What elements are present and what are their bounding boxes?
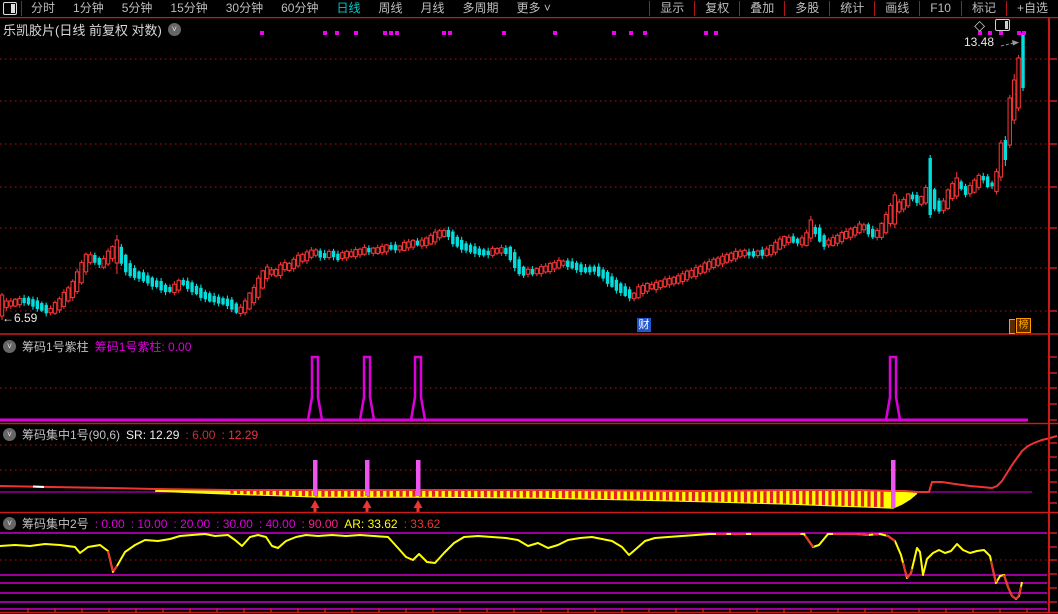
trading-app-window: 分时1分钟5分钟15分钟30分钟60分钟日线周线月线多周期更多 ˅ 显示复权叠加… <box>0 0 1058 614</box>
toolbar-periods: 分时1分钟5分钟15分钟30分钟60分钟日线周线月线多周期更多 ˅ <box>0 0 560 17</box>
panel4-ar-value: AR: 33.62 <box>344 517 397 531</box>
panel3-graphics <box>0 436 1057 508</box>
toolbar-period-item-1[interactable]: 1分钟 <box>64 0 113 17</box>
panel3-value-1: : 6.00 <box>185 428 215 442</box>
panel3-sr-value: SR: 12.29 <box>126 428 179 442</box>
panel3-hatches <box>232 491 882 507</box>
panel4-level-40: : 40.00 <box>259 517 296 531</box>
event-badge-finance[interactable]: 财 <box>637 318 651 332</box>
toolbar-action-item-5[interactable]: 画线 <box>874 1 919 16</box>
toolbar-period-item-8[interactable]: 月线 <box>412 0 454 17</box>
panel4-chevron-icon[interactable]: ˅ <box>3 517 16 530</box>
title-chevron-down-icon[interactable]: ˅ <box>168 23 181 36</box>
toolbar-action-item-8[interactable]: +自选 <box>1006 1 1058 16</box>
toolbar: 分时1分钟5分钟15分钟30分钟60分钟日线周线月线多周期更多 ˅ 显示复权叠加… <box>0 0 1058 17</box>
toolbar-action-item-2[interactable]: 叠加 <box>739 1 784 16</box>
panel3-label-row: ˅ 筹码集中1号(90,6) SR: 12.29 : 6.00 : 12.29 <box>3 426 258 443</box>
event-badge-list[interactable]: 榜 <box>1016 318 1031 333</box>
signal-dots <box>260 31 1026 35</box>
panel3-chevron-icon[interactable]: ˅ <box>3 428 16 441</box>
toolbar-period-item-2[interactable]: 5分钟 <box>113 0 162 17</box>
panel4-ar-value-red: : 33.62 <box>404 517 441 531</box>
toolbar-period-item-7[interactable]: 周线 <box>369 0 411 17</box>
panel4-indicator-name[interactable]: 筹码集中2号 <box>22 515 89 532</box>
panel-toggle-icon[interactable] <box>995 19 1010 31</box>
toolbar-period-item-4[interactable]: 30分钟 <box>217 0 272 17</box>
toolbar-action-item-4[interactable]: 统计 <box>829 1 874 16</box>
toolbar-period-item-10[interactable]: 更多 ˅ <box>508 0 560 17</box>
toolbar-action-item-3[interactable]: 多股 <box>784 1 829 16</box>
panel2-indicator-name[interactable]: 筹码1号紫柱 <box>22 338 89 355</box>
price-low-label: ←6.59 <box>2 311 37 325</box>
panel4-level-20: : 20.00 <box>173 517 210 531</box>
panel2-chevron-icon[interactable]: ˅ <box>3 340 16 353</box>
event-badge-partial[interactable] <box>1009 319 1015 334</box>
panel2-graphics <box>0 357 1047 420</box>
app-icon[interactable] <box>3 2 17 15</box>
panel2-label-row: ˅ 筹码1号紫柱 筹码1号紫柱: 0.00 <box>3 338 191 355</box>
toolbar-period-item-6[interactable]: 日线 <box>327 0 369 17</box>
toolbar-period-item-3[interactable]: 15分钟 <box>161 0 216 17</box>
toolbar-period-item-0[interactable]: 分时 <box>22 0 64 17</box>
price-high-label: 13.48 <box>964 35 994 49</box>
toolbar-actions: 显示复权叠加多股统计画线F10标记+自选 <box>649 0 1058 17</box>
panel4-level-30: : 30.00 <box>216 517 253 531</box>
chart-corner-icons: ◇ <box>974 18 1010 32</box>
toolbar-action-item-7[interactable]: 标记 <box>961 1 1006 16</box>
toolbar-action-item-6[interactable]: F10 <box>919 1 961 16</box>
panel4-level-90: : 90.00 <box>302 517 339 531</box>
panel2-indicator-value: 筹码1号紫柱: 0.00 <box>95 338 192 355</box>
panel3-buy-arrows <box>311 500 423 512</box>
chart-title: 乐凯胶片(日线 前复权 对数) <box>3 20 162 39</box>
toolbar-period-item-5[interactable]: 60分钟 <box>272 0 327 17</box>
toolbar-period-item-9[interactable]: 多周期 <box>454 0 508 17</box>
panel3-indicator-name[interactable]: 筹码集中1号(90,6) <box>22 426 120 443</box>
toolbar-action-item-0[interactable]: 显示 <box>649 1 694 16</box>
chart-title-bar: 乐凯胶片(日线 前复权 对数) ˅ <box>3 20 181 39</box>
toolbar-action-item-1[interactable]: 复权 <box>694 1 739 16</box>
diamond-icon[interactable]: ◇ <box>974 18 985 32</box>
panel4-level-0: : 0.00 <box>95 517 125 531</box>
panel4-graphics <box>0 533 1047 609</box>
panel3-value-2: : 12.29 <box>221 428 258 442</box>
main-candles <box>0 32 1024 320</box>
panel4-level-10: : 10.00 <box>131 517 168 531</box>
panel4-label-row: ˅ 筹码集中2号 : 0.00 : 10.00 : 20.00 : 30.00 … <box>3 515 440 532</box>
high-price-arrow <box>1001 40 1019 46</box>
